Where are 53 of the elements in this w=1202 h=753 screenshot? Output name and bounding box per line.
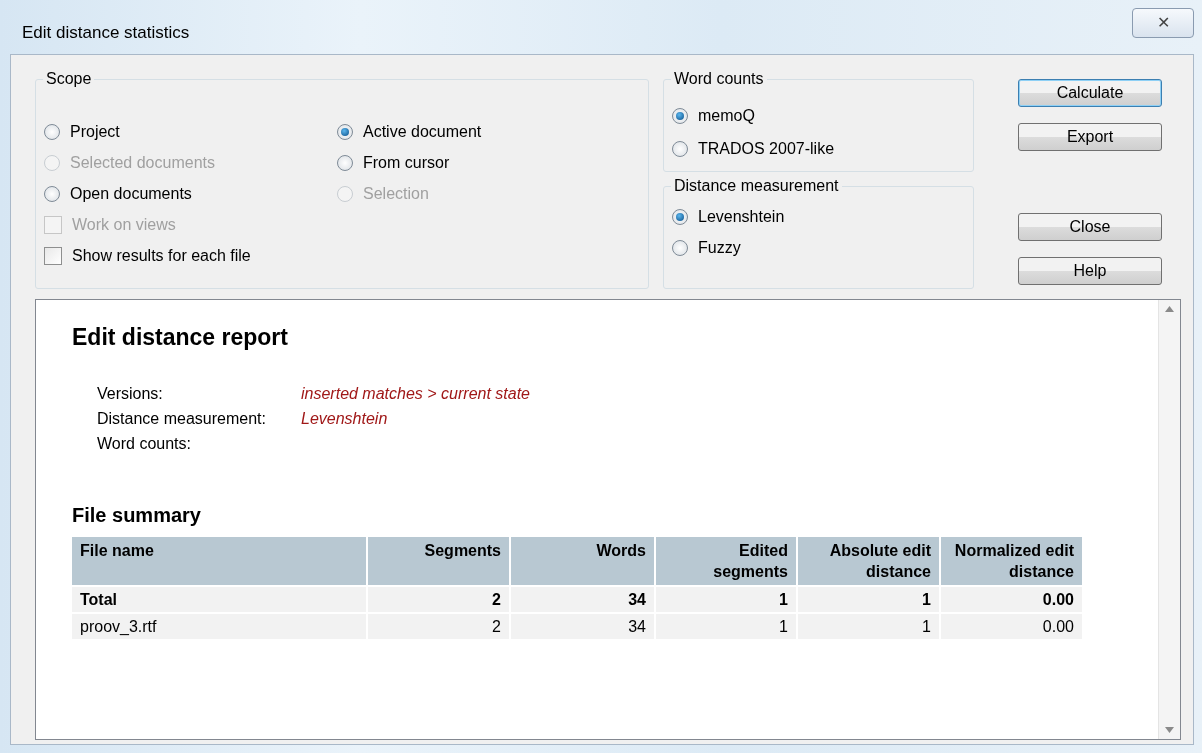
- field-label: Versions:: [97, 383, 164, 403]
- scroll-up-icon[interactable]: [1165, 306, 1174, 312]
- radio-label[interactable]: From cursor: [363, 150, 450, 175]
- column-header: Normalized edit distance: [940, 536, 1083, 586]
- radio-label[interactable]: Levenshtein: [698, 204, 785, 229]
- table-cell: 1: [655, 612, 797, 639]
- table-cell: 2: [367, 612, 510, 639]
- window-title: Edit distance statistics: [22, 23, 190, 43]
- field-value: inserted matches > current state: [301, 383, 531, 403]
- scrollbar[interactable]: [1158, 300, 1180, 739]
- table-cell: 34: [510, 612, 655, 639]
- dialog-button[interactable]: Close: [1018, 213, 1162, 241]
- radio-label[interactable]: Fuzzy: [698, 235, 741, 260]
- radio-label[interactable]: TRADOS 2007-like: [698, 136, 835, 161]
- radio-button[interactable]: [672, 140, 688, 157]
- field-label: Word counts:: [97, 433, 192, 453]
- group-title: Scope: [43, 69, 95, 89]
- close-button[interactable]: ✕: [1132, 8, 1194, 38]
- radio-button[interactable]: [337, 154, 353, 171]
- table-cell: proov_3.rtf: [72, 612, 367, 639]
- report-title: Edit distance report: [72, 324, 289, 352]
- field-value: Levenshtein: [301, 408, 389, 428]
- radio-label[interactable]: Open documents: [70, 181, 192, 206]
- dialog-button[interactable]: Help: [1018, 257, 1162, 285]
- column-header: Segments: [367, 536, 510, 586]
- column-header: Edited segments: [655, 536, 797, 586]
- radio-label[interactable]: Active document: [363, 119, 482, 144]
- radio-button[interactable]: [44, 185, 60, 202]
- table-cell: 2: [367, 585, 510, 613]
- table-cell: 1: [797, 585, 940, 613]
- table-cell: 0.00: [940, 585, 1083, 613]
- table-cell: 1: [797, 612, 940, 639]
- column-header: File name: [72, 536, 367, 586]
- checkbox-label[interactable]: Show results for each file: [72, 243, 251, 268]
- table-cell: 1: [655, 585, 797, 613]
- scroll-down-icon[interactable]: [1165, 727, 1174, 733]
- table-cell: 0.00: [940, 612, 1083, 639]
- radio-button[interactable]: [672, 107, 688, 124]
- radio-label[interactable]: Project: [70, 119, 120, 144]
- checkbox[interactable]: [44, 246, 62, 265]
- column-header: Words: [510, 536, 655, 586]
- dialog-button[interactable]: Calculate: [1018, 79, 1162, 107]
- field-label: Distance measurement:: [97, 408, 267, 428]
- radio-button[interactable]: [672, 239, 688, 256]
- column-header: Absolute edit distance: [797, 536, 940, 586]
- section-title: File summary: [72, 502, 202, 527]
- radio-label[interactable]: memoQ: [698, 103, 755, 128]
- radio-button[interactable]: [337, 123, 353, 140]
- radio-button[interactable]: [44, 123, 60, 140]
- table-cell: 34: [510, 585, 655, 613]
- table-cell: Total: [72, 585, 367, 613]
- radio-button[interactable]: [672, 208, 688, 225]
- dialog-button[interactable]: Export: [1018, 123, 1162, 151]
